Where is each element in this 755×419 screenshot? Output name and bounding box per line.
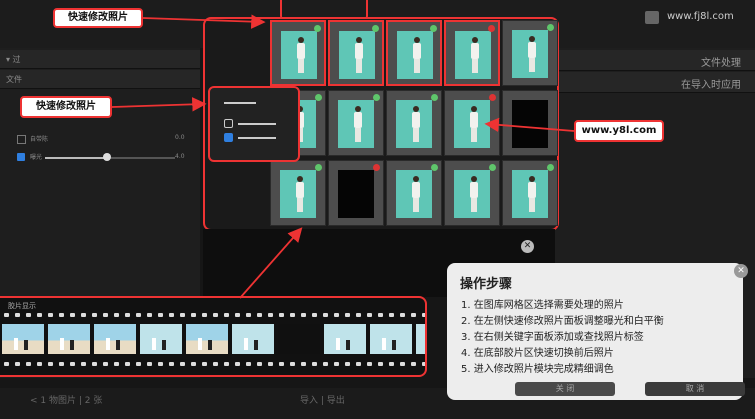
step-4: 4. 在底部胶片区快速切换前后照片 xyxy=(461,348,614,359)
steps-title: 操作步骤 xyxy=(460,277,513,292)
step-5: 5. 进入修改照片模块完成精细调色 xyxy=(461,364,614,375)
arrow-url xyxy=(484,117,575,133)
step-3: 3. 在右侧关键字面板添加或查找照片标签 xyxy=(461,332,644,343)
close-button[interactable]: 关 闭 xyxy=(515,382,615,396)
arrow-left xyxy=(111,97,207,112)
close-icon[interactable]: ✕ xyxy=(734,264,748,278)
step-2: 2. 在左侧快速修改照片面板调整曝光和白平衡 xyxy=(461,316,664,327)
arrow-top xyxy=(142,14,266,29)
step-1: 1. 在图库网格区选择需要处理的照片 xyxy=(461,300,624,311)
arrow-film xyxy=(239,227,303,299)
steps-panel: 操作步骤 1. 在图库网格区选择需要处理的照片 2. 在左侧快速修改照片面板调整… xyxy=(447,263,743,400)
cancel-button[interactable]: 取 消 xyxy=(645,382,745,396)
